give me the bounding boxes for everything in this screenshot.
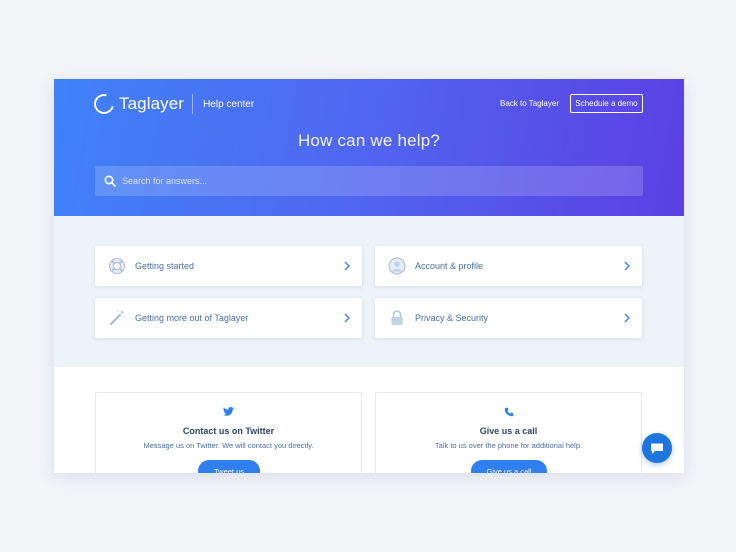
contact-description: Talk to us over the phone for additional… bbox=[434, 441, 583, 450]
chevron-right-icon bbox=[344, 313, 350, 323]
lifebuoy-icon bbox=[108, 257, 126, 275]
chevron-right-icon bbox=[344, 261, 350, 271]
search-icon bbox=[104, 175, 116, 187]
magic-wand-icon bbox=[108, 309, 126, 327]
category-card-account-profile[interactable]: Account & profile bbox=[375, 246, 642, 286]
category-card-getting-started[interactable]: Getting started bbox=[95, 246, 362, 286]
category-label: Getting started bbox=[135, 261, 195, 271]
schedule-demo-button[interactable]: Schedule a demo bbox=[570, 94, 643, 113]
search-bar[interactable] bbox=[95, 166, 643, 196]
help-center-page: Taglayer Help center Back to Taglayer Sc… bbox=[54, 79, 684, 473]
search-input[interactable] bbox=[122, 166, 643, 196]
section-title: Help center bbox=[203, 98, 255, 110]
phone-icon bbox=[376, 407, 641, 417]
chat-launcher-button[interactable] bbox=[642, 433, 672, 463]
contact-card-phone: Give us a call Talk to us over the phone… bbox=[375, 392, 642, 473]
taglayer-logo-icon bbox=[90, 90, 118, 118]
user-icon bbox=[388, 257, 406, 275]
give-us-a-call-button[interactable]: Give us a call bbox=[471, 460, 547, 473]
page-title: How can we help? bbox=[297, 131, 441, 150]
chevron-right-icon bbox=[624, 313, 630, 323]
contact-card-twitter: Contact us on Twitter Message us on Twit… bbox=[95, 392, 362, 473]
back-to-taglayer-link[interactable]: Back to Taglayer bbox=[500, 99, 559, 108]
contact-section: Contact us on Twitter Message us on Twit… bbox=[54, 367, 684, 473]
chevron-right-icon bbox=[624, 261, 630, 271]
category-label: Getting more out of Taglayer bbox=[135, 313, 249, 323]
hero-header: Taglayer Help center Back to Taglayer Sc… bbox=[54, 79, 684, 216]
category-card-privacy-security[interactable]: Privacy & Security bbox=[375, 298, 642, 338]
brand-name: Taglayer bbox=[119, 94, 185, 113]
contact-title: Give us a call bbox=[479, 426, 538, 436]
chat-bubble-icon bbox=[650, 442, 664, 455]
contact-description: Message us on Twitter. We will contact y… bbox=[143, 441, 314, 450]
logo[interactable]: Taglayer Help center bbox=[90, 90, 255, 118]
logo-divider bbox=[192, 94, 194, 114]
contact-title: Contact us on Twitter bbox=[182, 426, 275, 436]
twitter-icon bbox=[96, 407, 361, 416]
lock-icon bbox=[388, 309, 406, 327]
category-section: Getting started Account & profile Gettin… bbox=[54, 216, 684, 367]
category-label: Account & profile bbox=[415, 261, 484, 271]
category-card-getting-more[interactable]: Getting more out of Taglayer bbox=[95, 298, 362, 338]
category-label: Privacy & Security bbox=[415, 313, 489, 323]
tweet-us-button[interactable]: Tweet us bbox=[198, 460, 260, 473]
